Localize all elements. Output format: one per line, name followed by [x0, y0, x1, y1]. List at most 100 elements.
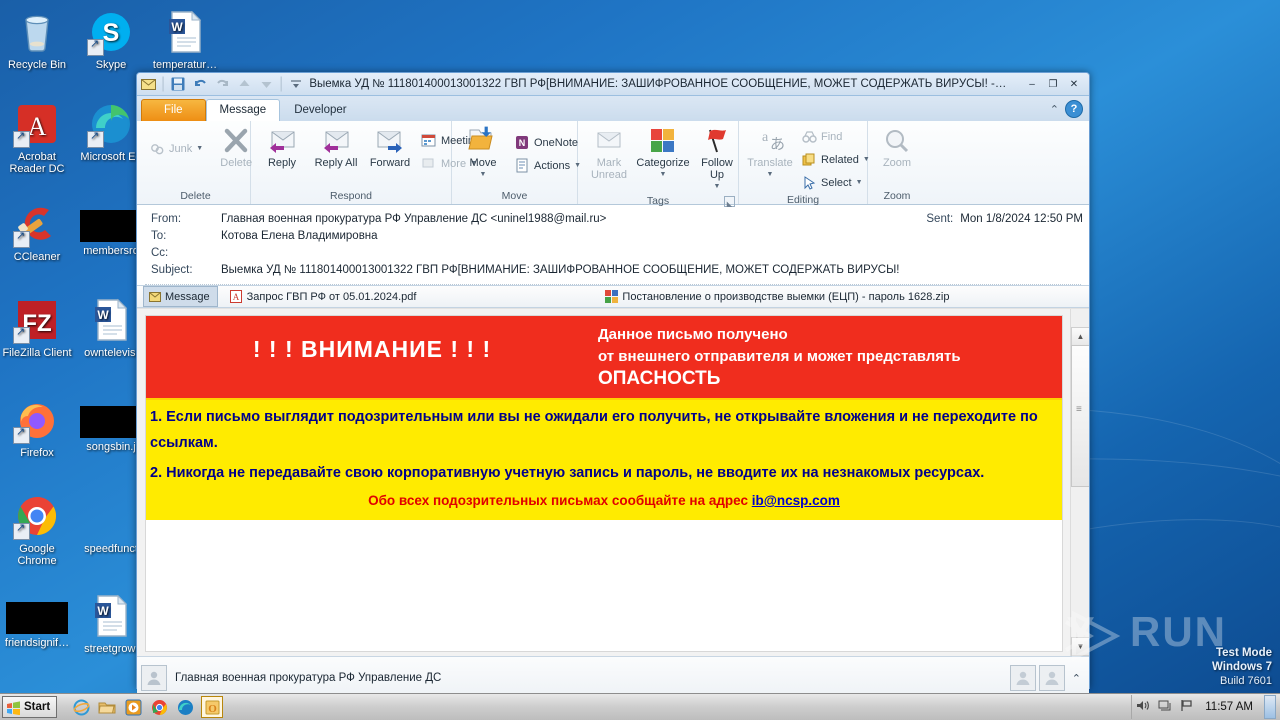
- envelope-icon[interactable]: [139, 76, 157, 93]
- select-button[interactable]: Select ▼: [797, 172, 874, 193]
- word-document-icon: W: [161, 8, 209, 56]
- desktop-icon-google-chrome[interactable]: Google Chrome: [2, 492, 72, 567]
- show-desktop-button[interactable]: [1264, 695, 1276, 719]
- reply-button[interactable]: Reply: [255, 124, 309, 170]
- actions-button[interactable]: Actions ▼: [510, 155, 585, 176]
- mark-unread-button[interactable]: Mark Unread: [582, 124, 636, 182]
- expand-people-pane-icon[interactable]: ⌃: [1068, 672, 1085, 685]
- desktop-icon-label: CCleaner: [13, 251, 61, 263]
- desktop-icon-recycle-bin[interactable]: Recycle Bin: [2, 8, 72, 71]
- related-button[interactable]: Related ▼: [797, 149, 874, 170]
- save-icon[interactable]: [169, 76, 187, 93]
- desktop-icon-acrobat-reader[interactable]: A Acrobat Reader DC: [2, 100, 72, 175]
- taskbar-google-chrome-icon[interactable]: [149, 697, 169, 717]
- attachment-pdf[interactable]: A Запрос ГВП РФ от 05.01.2024.pdf: [226, 287, 424, 306]
- close-button[interactable]: ✕: [1064, 76, 1084, 93]
- volume-icon[interactable]: [1136, 699, 1151, 715]
- avatar[interactable]: [1038, 665, 1065, 691]
- redo-icon[interactable]: [213, 76, 231, 93]
- window-title-bar[interactable]: | | Выемка УД № 111801400013001322 ГВП Р…: [137, 73, 1089, 96]
- translate-button[interactable]: aあ Translate ▼: [743, 124, 797, 182]
- desktop-icon-temperatur[interactable]: W temperatur…: [150, 8, 220, 71]
- taskbar-windows-explorer-icon[interactable]: [97, 697, 117, 717]
- attachment-bar[interactable]: Message A Запрос ГВП РФ от 05.01.2024.pd…: [137, 286, 1089, 308]
- chevron-down-icon[interactable]: ▼: [714, 181, 721, 193]
- cc-value[interactable]: [221, 245, 1083, 262]
- report-email-link[interactable]: ib@ncsp.com: [752, 493, 840, 508]
- chevron-down-icon[interactable]: ▼: [480, 169, 487, 181]
- flag-action-center-icon[interactable]: [1180, 699, 1194, 715]
- chevron-down-icon[interactable]: ▼: [856, 179, 863, 186]
- ribbon-right-controls[interactable]: ⌃ ?: [1050, 100, 1089, 121]
- minimize-button[interactable]: –: [1022, 76, 1042, 93]
- ribbon-group-title: Move: [501, 190, 528, 202]
- attachment-zip[interactable]: Постановление о производстве выемки (ЕЦП…: [601, 287, 956, 306]
- tab-file[interactable]: File: [141, 99, 206, 121]
- scroll-down-button[interactable]: ▼: [1071, 637, 1089, 656]
- danger-line-1: Данное письмо получено: [598, 326, 788, 343]
- tab-message[interactable]: Message: [205, 99, 281, 121]
- taskbar[interactable]: Start O 11:57 AM: [0, 693, 1280, 720]
- blank-file-icon: [87, 492, 135, 540]
- help-icon[interactable]: ?: [1065, 100, 1083, 118]
- to-value[interactable]: Котова Елена Владимировна: [221, 228, 1083, 245]
- meeting-icon: [421, 133, 437, 149]
- scrollbar-thumb[interactable]: [1071, 345, 1089, 487]
- taskbar-microsoft-edge-icon[interactable]: [175, 697, 195, 717]
- reply-all-button[interactable]: Reply All: [309, 124, 363, 170]
- desktop-icon-filezilla[interactable]: FZ FileZilla Client: [2, 296, 72, 359]
- collapse-ribbon-icon[interactable]: ⌃: [1050, 103, 1059, 116]
- from-value[interactable]: Главная военная прокуратура РФ Управлени…: [221, 211, 926, 228]
- outlook-message-window[interactable]: | | Выемка УД № 111801400013001322 ГВП Р…: [136, 72, 1090, 699]
- ribbon-tab-strip[interactable]: File Message Developer ⌃ ?: [137, 96, 1089, 121]
- junk-label: Junk: [169, 142, 193, 155]
- onenote-button[interactable]: N OneNote: [510, 132, 585, 153]
- attachment-tab-message[interactable]: Message: [143, 286, 218, 307]
- subject-value: Выемка УД № 111801400013001322 ГВП РФ[ВН…: [221, 264, 900, 276]
- maximize-button[interactable]: ❐: [1043, 76, 1063, 93]
- acrobat-reader-icon: A: [13, 100, 61, 148]
- taskbar-media-player-icon[interactable]: [123, 697, 143, 717]
- move-folder-icon: [467, 125, 499, 157]
- avatar[interactable]: [1009, 665, 1036, 691]
- undo-icon[interactable]: [191, 76, 209, 93]
- desktop-icon-firefox[interactable]: Firefox: [2, 396, 72, 459]
- next-item-icon[interactable]: [257, 76, 275, 93]
- quick-launch[interactable]: O: [71, 696, 224, 718]
- chevron-down-icon[interactable]: ▼: [767, 169, 774, 181]
- svg-text:N: N: [519, 138, 526, 148]
- svg-text:W: W: [97, 308, 109, 322]
- ribbon[interactable]: Junk ▼ Delete Delete Reply Reply All For…: [137, 121, 1089, 208]
- start-button[interactable]: Start: [2, 696, 58, 718]
- network-icon[interactable]: [1158, 699, 1173, 715]
- chevron-down-icon[interactable]: ▼: [660, 169, 667, 181]
- previous-item-icon[interactable]: [235, 76, 253, 93]
- tab-developer[interactable]: Developer: [280, 99, 360, 121]
- desktop-icon-ccleaner[interactable]: CCleaner: [2, 200, 72, 263]
- message-body-pane[interactable]: ! ! ! ВНИМАНИЕ ! ! ! Данное письмо получ…: [137, 308, 1089, 656]
- desktop-icon-friendsignif[interactable]: friendsignif…: [2, 592, 72, 649]
- people-pane-controls[interactable]: ⌃: [1009, 665, 1085, 691]
- taskbar-outlook-icon[interactable]: O: [201, 696, 224, 718]
- find-button[interactable]: Find: [797, 126, 874, 147]
- move-button[interactable]: Move ▼: [456, 124, 510, 182]
- follow-up-button[interactable]: Follow Up ▼: [690, 124, 744, 194]
- desktop-icon-skype[interactable]: S Skype: [76, 8, 146, 71]
- attachment-label: Message: [165, 290, 210, 303]
- zoom-button[interactable]: Zoom: [870, 124, 924, 170]
- system-tray[interactable]: 11:57 AM: [1131, 695, 1280, 719]
- taskbar-clock[interactable]: 11:57 AM: [1201, 701, 1257, 713]
- dialog-launcher-icon[interactable]: ◣: [724, 196, 735, 208]
- categorize-button[interactable]: Categorize ▼: [636, 124, 690, 182]
- junk-button[interactable]: Junk ▼: [145, 138, 207, 159]
- taskbar-internet-explorer-icon[interactable]: [71, 697, 91, 717]
- scroll-up-button[interactable]: ▲: [1071, 327, 1089, 346]
- chevron-down-icon[interactable]: ▼: [196, 145, 203, 152]
- body-scrollbar[interactable]: ▲ ▼: [1070, 309, 1089, 656]
- sent-label: Sent:: [926, 213, 954, 225]
- customize-qat-icon[interactable]: [287, 76, 305, 93]
- forward-button[interactable]: Forward: [363, 124, 417, 170]
- ccleaner-icon: [13, 200, 61, 248]
- junk-icon: [149, 141, 165, 157]
- window-controls[interactable]: – ❐ ✕: [1022, 76, 1087, 93]
